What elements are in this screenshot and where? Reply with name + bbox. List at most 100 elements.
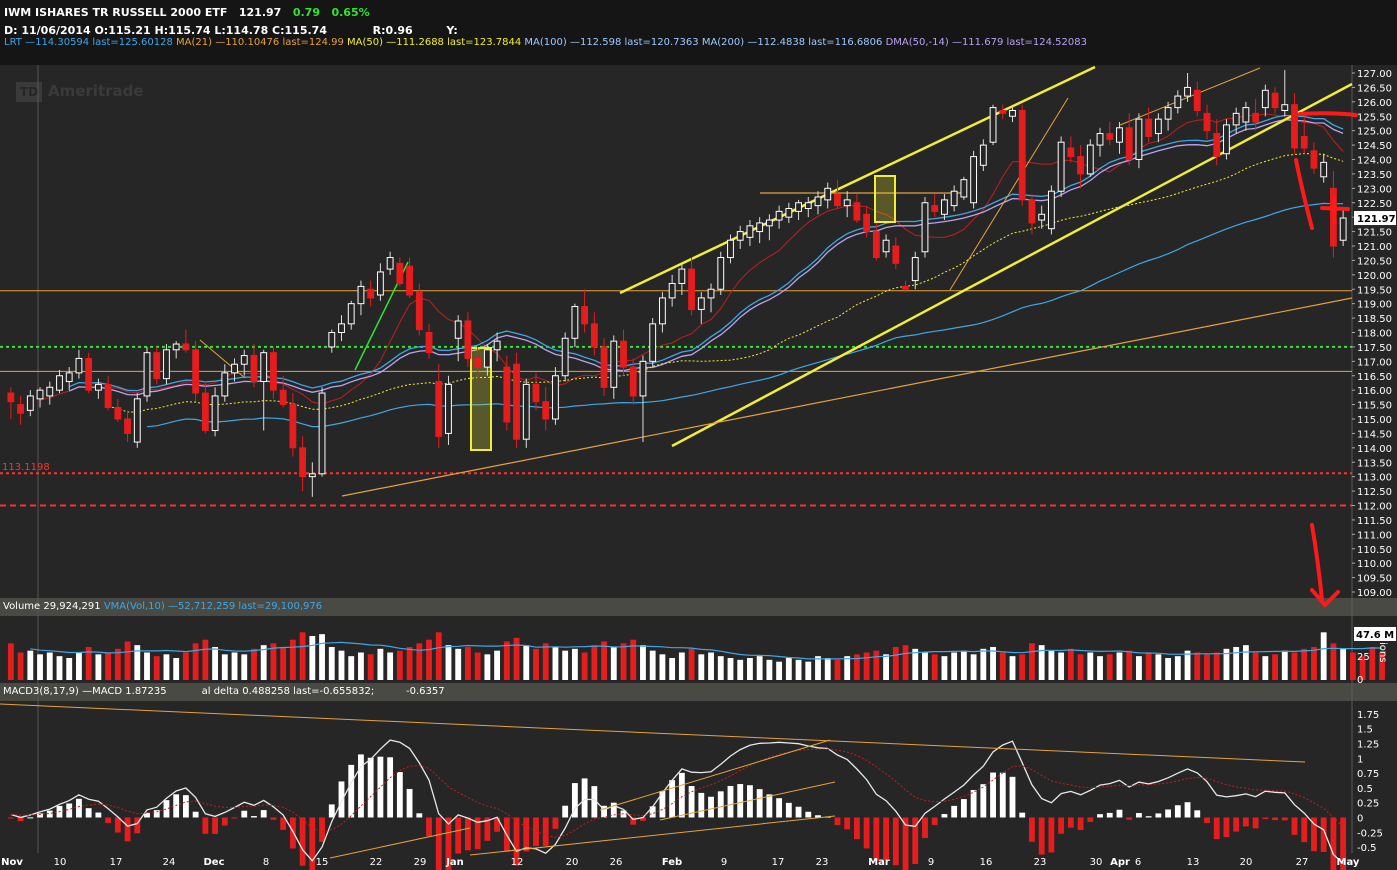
macd-histogram-bar (523, 817, 530, 852)
macd-histogram-bar (931, 817, 938, 826)
candle-body (1018, 109, 1026, 201)
volume-bar (1252, 652, 1259, 680)
x-axis-label: 22 (370, 857, 383, 868)
macd-histogram-bar (1155, 813, 1162, 818)
macd-histogram-bar (892, 817, 899, 866)
macd-histogram-bar (348, 764, 355, 818)
price-tick-label: 125.00 (1357, 127, 1392, 138)
price-tick-label: 119.00 (1357, 300, 1392, 311)
macd-tick-label: 1.75 (1357, 710, 1379, 721)
volume-bar (309, 636, 316, 680)
macd-histogram-bar (999, 772, 1006, 818)
macd-trend-line (599, 739, 831, 811)
candle-body (775, 210, 783, 221)
volume-bar (1349, 652, 1356, 680)
price-tick-label: 109.00 (1357, 588, 1392, 599)
trend-line (671, 82, 1353, 448)
annotation-mark (1310, 523, 1340, 608)
candle-body (1242, 107, 1250, 123)
x-axis-label: Mar (868, 857, 890, 868)
volume-bar (708, 652, 714, 680)
volume-bar (328, 647, 335, 680)
volume-bar (202, 639, 209, 680)
macd-histogram-bar (1291, 817, 1298, 835)
volume-bar (56, 656, 63, 680)
volume-bar (1272, 654, 1278, 680)
volume-bar (562, 650, 569, 680)
macd-histogram-bar (435, 817, 442, 870)
volume-bar (76, 652, 82, 680)
volume-bar (571, 648, 578, 680)
volume-bar (212, 647, 218, 680)
x-axis-label: 6 (1135, 857, 1141, 868)
macd-tick-label: 1 (1357, 754, 1363, 765)
candle-body (620, 340, 627, 368)
macd-histogram-bar (163, 800, 170, 818)
macd-histogram-bar (260, 810, 267, 818)
macd-histogram-bar (1077, 817, 1084, 831)
candle-body (941, 199, 948, 215)
candle-body (1057, 141, 1065, 192)
volume-unit-label: ions (1377, 642, 1388, 662)
price-tick-label: 111.50 (1357, 516, 1392, 527)
chart-canvas[interactable]: 127.00 126.50 126.00 125.50 125.00 124.50 124.… (0, 0, 1397, 870)
macd-histogram-bar (85, 808, 92, 818)
macd-histogram-bar (941, 814, 948, 818)
candle-body (318, 392, 326, 475)
macd-histogram-bar (367, 757, 374, 818)
candle-body (921, 202, 929, 253)
candle-body (270, 352, 277, 391)
volume-bar (435, 632, 442, 680)
volume-bar (503, 641, 510, 680)
macd-histogram-bar (1038, 817, 1045, 855)
macd-histogram-bar (1233, 817, 1240, 832)
volume-bar (698, 654, 705, 680)
volume-bar (465, 647, 471, 680)
macd-histogram-bar (1223, 817, 1230, 838)
macd-histogram-bar (581, 778, 588, 818)
macd-histogram-bar (416, 813, 423, 818)
volume-bar (640, 645, 646, 680)
macd-value: MACD3(8,17,9) —MACD 1.87235 (3, 686, 167, 697)
candle-body (153, 352, 161, 380)
x-axis-label: 9 (721, 857, 727, 868)
candle-body (1154, 118, 1162, 135)
candle-body (1125, 127, 1133, 160)
candle-body (211, 395, 219, 432)
volume-bar (669, 658, 676, 680)
candle-body (338, 323, 345, 334)
price-tick-label: 123.50 (1357, 170, 1392, 181)
candle-body (7, 392, 15, 403)
macd-histogram-bar (970, 789, 977, 818)
macd-histogram-bar (494, 817, 501, 832)
macd-histogram-bar (1009, 776, 1016, 818)
volume-bar (1019, 654, 1026, 680)
candle-body (999, 109, 1007, 114)
x-axis-label: 23 (1034, 857, 1047, 868)
macd-histogram-bar (455, 817, 462, 854)
macd-histogram-bar (1145, 816, 1152, 818)
volume-bar (338, 650, 345, 680)
candle-body (114, 406, 122, 420)
candle-body (892, 245, 900, 264)
candle-body (445, 383, 452, 434)
volume-bar (824, 658, 831, 680)
price-tick-label: 117.00 (1357, 357, 1392, 368)
price-tick-label: 121.00 (1357, 242, 1392, 253)
volume-bar (95, 654, 102, 680)
volume-bar (601, 641, 607, 680)
macd-histogram-bar (873, 817, 880, 862)
macd-histogram-bar (795, 806, 802, 818)
volume-bar (1174, 656, 1181, 680)
x-axis-label: 17 (772, 857, 785, 868)
candle-body (386, 257, 394, 270)
volume-bar (1058, 652, 1065, 680)
volume-bar (455, 648, 462, 680)
macd-tick-label: -0.25 (1357, 828, 1383, 839)
macd-histogram-bar (309, 817, 316, 870)
candle-body (542, 401, 550, 420)
macd-histogram-bar (834, 817, 841, 826)
volume-bar (1301, 648, 1308, 680)
macd-tick-label: 0.5 (1357, 784, 1373, 795)
volume-bar (756, 656, 763, 680)
